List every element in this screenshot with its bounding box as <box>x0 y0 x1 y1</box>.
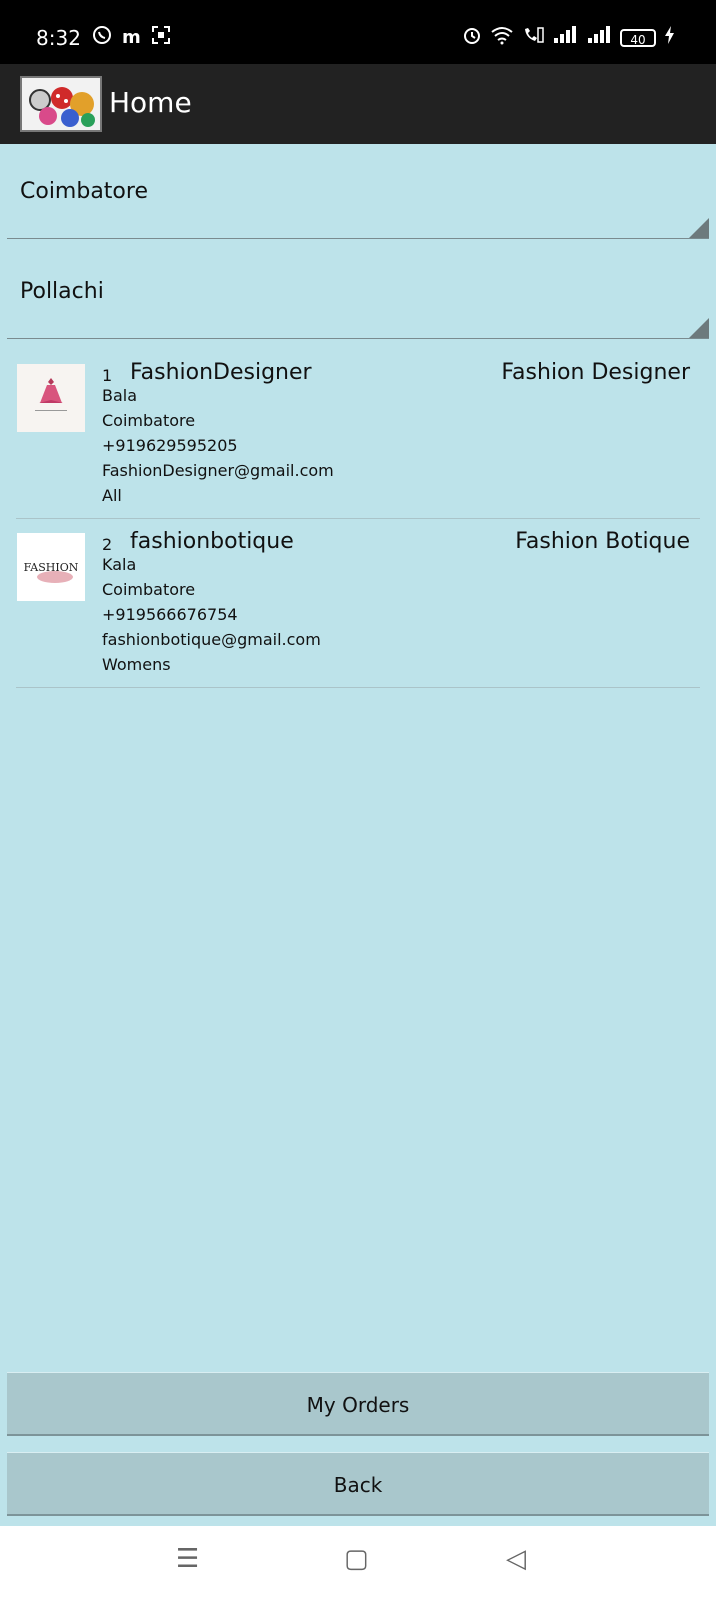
district-dropdown[interactable]: Coimbatore <box>7 144 709 239</box>
list-item[interactable]: FASHION 2 fashionbotique Fashion Botique… <box>16 519 700 688</box>
list-item[interactable]: 1 FashionDesigner Fashion Designer Bala … <box>16 350 700 519</box>
shop-owner: Kala <box>102 555 137 574</box>
shop-logo <box>17 364 85 432</box>
signal-icon <box>552 25 578 50</box>
alarm-icon <box>462 25 482 50</box>
back-nav-icon[interactable]: ◁ <box>506 1544 526 1574</box>
back-button[interactable]: Back <box>7 1452 709 1516</box>
dropdown-arrow-icon <box>689 318 709 338</box>
wifi-icon <box>490 25 514 50</box>
shop-number: 2 <box>102 535 113 554</box>
app-bar: Home <box>0 64 716 144</box>
whatsapp-icon <box>92 25 112 50</box>
shop-logo-text: FASHION <box>24 561 79 574</box>
shop-username: FashionDesigner <box>130 360 312 385</box>
app-logo <box>20 76 102 132</box>
shop-list: 1 FashionDesigner Fashion Designer Bala … <box>16 350 700 688</box>
shop-phone: +919566676754 <box>102 605 238 624</box>
status-time: 8:32 <box>36 26 81 50</box>
battery-indicator: 40 <box>620 28 656 47</box>
shop-number: 1 <box>102 366 113 385</box>
page-title: Home <box>109 86 192 119</box>
shop-type: All <box>102 486 122 505</box>
city-dropdown[interactable]: Pollachi <box>7 244 709 339</box>
recent-apps-icon[interactable]: ☰ <box>176 1544 199 1574</box>
screenshot-icon <box>151 25 171 50</box>
home-icon[interactable]: ▢ <box>344 1544 369 1574</box>
city-dropdown-value: Pollachi <box>20 279 104 304</box>
charging-icon <box>664 25 676 50</box>
shop-category: Fashion Designer <box>501 360 690 385</box>
shop-owner: Bala <box>102 386 138 405</box>
signal-icon <box>586 25 612 50</box>
status-bar: 8:32 m 40 <box>0 0 716 64</box>
system-nav-bar: ☰ ▢ ◁ <box>0 1526 716 1600</box>
shop-email: FashionDesigner@gmail.com <box>102 461 334 480</box>
shop-category: Fashion Botique <box>515 529 690 554</box>
district-dropdown-value: Coimbatore <box>20 179 148 204</box>
shop-city: Coimbatore <box>102 580 196 599</box>
m-app-icon: m <box>122 26 141 48</box>
shop-type: Womens <box>102 655 171 674</box>
shop-username: fashionbotique <box>130 529 294 554</box>
shop-email: fashionbotique@gmail.com <box>102 630 321 649</box>
shop-logo: FASHION <box>17 533 85 601</box>
dropdown-arrow-icon <box>689 218 709 238</box>
shop-phone: +919629595205 <box>102 436 238 455</box>
shop-city: Coimbatore <box>102 411 196 430</box>
volte-call-icon <box>522 25 544 50</box>
my-orders-button[interactable]: My Orders <box>7 1372 709 1436</box>
